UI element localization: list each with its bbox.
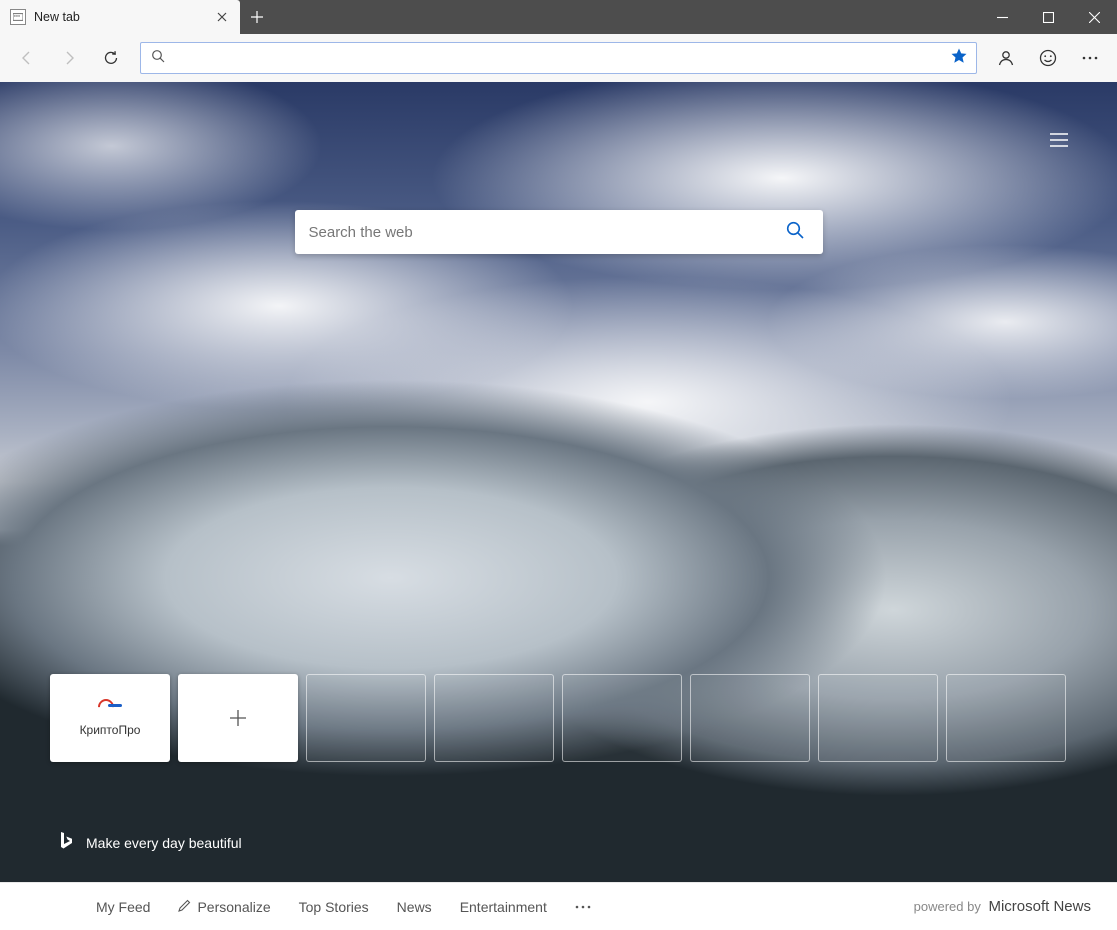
window-maximize-button[interactable] <box>1025 0 1071 34</box>
quick-links-row: КриптоПро <box>50 674 1067 762</box>
news-footer: My Feed Personalize Top Stories News Ent… <box>0 882 1117 930</box>
new-tab-page: КриптоПро Make every day beautiful <box>0 82 1117 882</box>
titlebar: New tab <box>0 0 1117 34</box>
footer-tab-news[interactable]: News <box>383 899 446 915</box>
window-controls <box>979 0 1117 34</box>
quick-link-tile[interactable]: КриптоПро <box>50 674 170 762</box>
window-close-button[interactable] <box>1071 0 1117 34</box>
quick-link-label: КриптоПро <box>80 723 141 737</box>
browser-tab[interactable]: New tab <box>0 0 240 34</box>
window-minimize-button[interactable] <box>979 0 1025 34</box>
tab-close-button[interactable] <box>214 9 230 25</box>
settings-more-button[interactable] <box>1071 39 1109 77</box>
address-bar[interactable] <box>140 42 977 74</box>
web-search-button[interactable] <box>781 216 809 249</box>
footer-tab-top-stories[interactable]: Top Stories <box>285 899 383 915</box>
add-quick-link-button[interactable] <box>178 674 298 762</box>
quick-link-placeholder[interactable] <box>434 674 554 762</box>
bing-icon <box>58 831 74 854</box>
bing-slogan-link[interactable]: Make every day beautiful <box>58 831 242 854</box>
bing-slogan-text: Make every day beautiful <box>86 835 242 851</box>
quick-link-placeholder[interactable] <box>306 674 426 762</box>
tab-title: New tab <box>34 10 206 24</box>
footer-tab-personalize[interactable]: Personalize <box>164 899 284 915</box>
new-tab-button[interactable] <box>240 0 274 34</box>
feedback-button[interactable] <box>1029 39 1067 77</box>
quick-link-placeholder[interactable] <box>818 674 938 762</box>
footer-tab-entertainment[interactable]: Entertainment <box>446 899 561 915</box>
favorite-star-button[interactable] <box>948 47 970 70</box>
cryptopro-icon <box>98 699 122 713</box>
pencil-icon <box>178 899 191 915</box>
forward-button[interactable] <box>50 39 88 77</box>
web-search-input[interactable] <box>309 224 781 241</box>
tab-favicon <box>10 9 26 25</box>
quick-link-placeholder[interactable] <box>946 674 1066 762</box>
footer-tab-my-feed[interactable]: My Feed <box>82 899 164 915</box>
titlebar-drag-area[interactable] <box>274 0 979 34</box>
quick-link-placeholder[interactable] <box>562 674 682 762</box>
web-search-box[interactable] <box>295 210 823 254</box>
quick-link-placeholder[interactable] <box>690 674 810 762</box>
address-input[interactable] <box>173 50 948 66</box>
refresh-button[interactable] <box>92 39 130 77</box>
page-settings-button[interactable] <box>1041 122 1077 158</box>
search-icon <box>151 49 165 68</box>
toolbar <box>0 34 1117 82</box>
profile-button[interactable] <box>987 39 1025 77</box>
footer-more-button[interactable] <box>561 905 605 909</box>
back-button[interactable] <box>8 39 46 77</box>
powered-by-label: powered by Microsoft News <box>914 898 1091 915</box>
